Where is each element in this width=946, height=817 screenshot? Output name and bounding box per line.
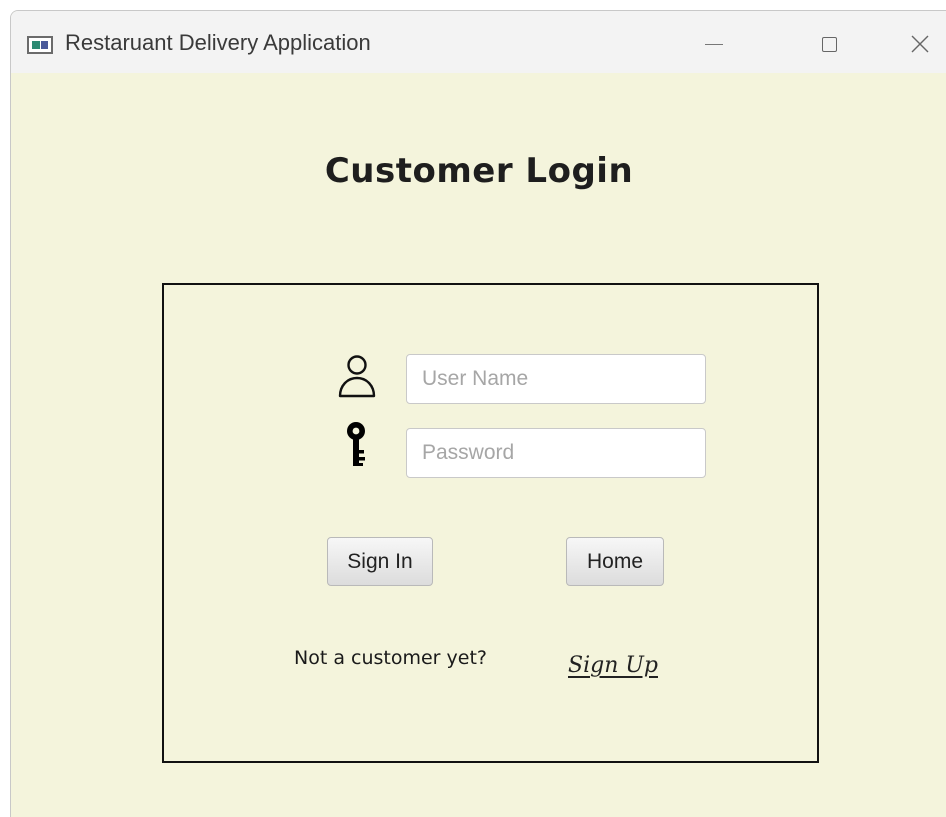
app-window: Restaruant Delivery Application Customer… — [10, 10, 946, 817]
user-icon — [338, 355, 376, 398]
home-button[interactable]: Home — [566, 537, 664, 586]
login-panel: Sign In Home Not a customer yet? Sign Up — [162, 283, 819, 763]
window-title: Restaruant Delivery Application — [65, 30, 371, 55]
sign-up-link[interactable]: Sign Up — [568, 653, 658, 678]
not-customer-label: Not a customer yet? — [294, 647, 487, 669]
password-input[interactable] — [406, 428, 706, 478]
maximize-icon — [821, 36, 837, 52]
close-icon — [911, 35, 929, 53]
minimize-icon — [705, 43, 723, 45]
maximize-button[interactable] — [806, 25, 852, 63]
key-icon — [347, 422, 365, 466]
close-button[interactable] — [897, 25, 943, 63]
title-bar[interactable]: Restaruant Delivery Application — [11, 11, 946, 73]
page-title: Customer Login — [324, 151, 634, 191]
sign-in-button[interactable]: Sign In — [327, 537, 433, 586]
minimize-button[interactable] — [691, 25, 737, 63]
username-input[interactable] — [406, 354, 706, 404]
app-window-icon — [27, 36, 53, 54]
